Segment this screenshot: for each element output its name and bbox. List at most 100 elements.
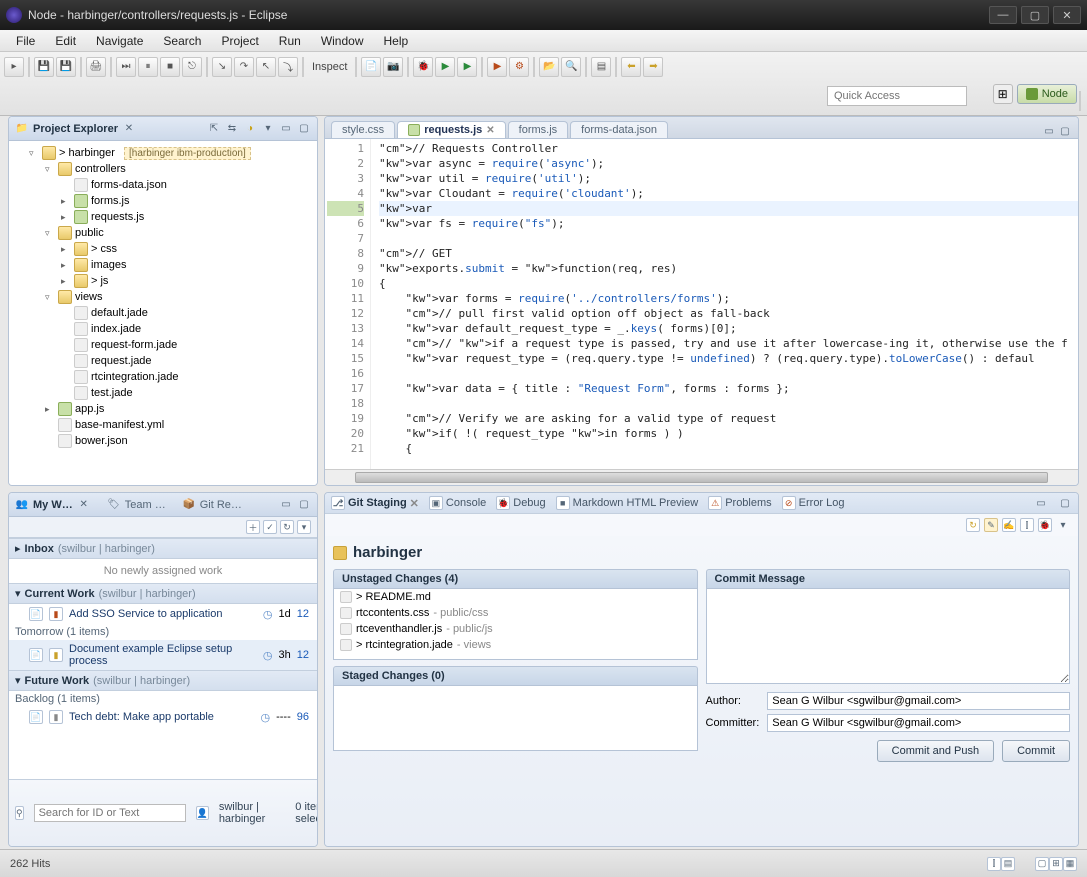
staged-list[interactable] [333, 685, 698, 751]
team-tab[interactable]: Team … [125, 499, 166, 511]
open-folder-icon[interactable]: 📂 [539, 57, 559, 77]
tree-app-js[interactable]: app.js [75, 403, 104, 415]
unstaged-item[interactable]: > README.md [334, 589, 697, 605]
task-row[interactable]: 📄 ▮ Tech debt: Make app portable ◷ ---- … [9, 707, 317, 727]
tree-test-jade[interactable]: test.jade [91, 387, 133, 399]
minimize-bottom-icon[interactable]: ▭ [1034, 496, 1048, 510]
layout-icon-2[interactable]: ▤ [1001, 857, 1015, 871]
tree-requests-js[interactable]: requests.js [91, 211, 144, 223]
editor-hscrollbar[interactable] [325, 469, 1078, 485]
new-icon[interactable]: ▸ [4, 57, 24, 77]
tree-request-jade[interactable]: request.jade [91, 355, 152, 367]
close-mywork-icon[interactable]: ✕ [77, 498, 91, 512]
tree-controllers[interactable]: controllers [75, 163, 126, 175]
step-over-icon[interactable]: ↷ [234, 57, 254, 77]
ext-tools-icon[interactable]: ▶ [487, 57, 507, 77]
maximize-view-icon[interactable]: ▢ [297, 122, 311, 136]
add-icon[interactable]: ＋ [246, 520, 260, 534]
commit-button[interactable]: Commit [1002, 740, 1070, 762]
tab-markdown[interactable]: ■Markdown HTML Preview [556, 496, 699, 510]
run-icon[interactable]: ▶ [435, 57, 455, 77]
outline-icon[interactable]: ▤ [591, 57, 611, 77]
amend-icon[interactable]: ✎ [984, 518, 998, 532]
mywork-tab[interactable]: My W… [33, 499, 73, 511]
tab-requests-js[interactable]: requests.js✕ [397, 121, 505, 138]
menu-help[interactable]: Help [374, 32, 419, 50]
unstaged-item[interactable]: > rtcintegration.jade - views [334, 637, 697, 653]
disconnect-icon[interactable]: ⎋ [182, 57, 202, 77]
unstaged-item[interactable]: rtccontents.css - public/css [334, 605, 697, 621]
inbox-head[interactable]: Inbox [25, 543, 54, 555]
camera-icon[interactable]: 📷 [383, 57, 403, 77]
minimize-mywork-icon[interactable]: ▭ [279, 498, 293, 512]
editor-body[interactable]: 123456789101112131415161718192021 "cm">/… [325, 139, 1078, 469]
tree-index-jade[interactable]: index.jade [91, 323, 141, 335]
close-tab-icon[interactable]: ✕ [410, 497, 419, 510]
minimize-editor-icon[interactable]: ▭ [1042, 124, 1056, 138]
save-icon[interactable]: 💾 [34, 57, 54, 77]
id-search-input[interactable] [34, 804, 186, 822]
future-head[interactable]: Future Work [25, 675, 90, 687]
tree-forms-data[interactable]: forms-data.json [91, 179, 167, 191]
tab-debug[interactable]: 🐞Debug [496, 496, 545, 510]
step-into-icon[interactable]: ↘ [212, 57, 232, 77]
menu-icon[interactable]: ▾ [297, 520, 311, 534]
forward-icon[interactable]: ➡ [643, 57, 663, 77]
refresh-icon[interactable]: ↻ [280, 520, 294, 534]
git-menu-icon[interactable]: ▾ [1056, 518, 1070, 532]
gitrepo-tab[interactable]: Git Re… [200, 499, 242, 511]
tab-git-staging[interactable]: ⎇Git Staging✕ [331, 496, 419, 510]
maximize-mywork-icon[interactable]: ▢ [297, 498, 311, 512]
tree-public[interactable]: public [75, 227, 104, 239]
close-tab-icon[interactable]: ✕ [486, 125, 494, 136]
menu-run[interactable]: Run [269, 32, 311, 50]
menu-edit[interactable]: Edit [45, 32, 86, 50]
tree-base-manifest[interactable]: base-manifest.yml [75, 419, 164, 431]
layout-icon-1[interactable]: ⫿ [987, 857, 1001, 871]
quick-access-input[interactable] [827, 86, 967, 106]
pause-icon[interactable]: ⏸ [138, 57, 158, 77]
focus-icon[interactable]: ◑ [243, 122, 257, 136]
maximize-bottom-icon[interactable]: ▢ [1058, 496, 1072, 510]
layout-icon-3[interactable]: ▢ [1035, 857, 1049, 871]
tree-bower-json[interactable]: bower.json [75, 435, 128, 447]
tree-default-jade[interactable]: default.jade [91, 307, 148, 319]
tree-js[interactable]: > js [91, 275, 108, 287]
layout-icon-4[interactable]: ⊞ [1049, 857, 1063, 871]
launch-icon[interactable]: ⚙ [509, 57, 529, 77]
view-menu-icon[interactable]: ▾ [261, 122, 275, 136]
layout-icon-5[interactable]: ▦ [1063, 857, 1077, 871]
tree-rtcintegration-jade[interactable]: rtcintegration.jade [91, 371, 178, 383]
tree-views[interactable]: views [75, 291, 103, 303]
search-icon[interactable]: 🔍 [561, 57, 581, 77]
tree-request-form-jade[interactable]: request-form.jade [91, 339, 177, 351]
open-perspective-icon[interactable]: ⊞ [993, 84, 1013, 104]
unstaged-item[interactable]: rtceventhandler.js - public/js [334, 621, 697, 637]
commit-push-button[interactable]: Commit and Push [877, 740, 994, 762]
menu-navigate[interactable]: Navigate [86, 32, 153, 50]
tab-errorlog[interactable]: ⊘Error Log [782, 496, 845, 510]
menu-window[interactable]: Window [311, 32, 374, 50]
check-icon[interactable]: ✓ [263, 520, 277, 534]
close-view-icon[interactable]: ✕ [122, 122, 136, 136]
maximize-button[interactable]: ▢ [1021, 6, 1049, 24]
unstaged-list[interactable]: > README.mdrtccontents.css - public/cssr… [333, 588, 698, 660]
link-editor-icon[interactable]: ⇆ [225, 122, 239, 136]
debug-icon[interactable]: 🐞 [413, 57, 433, 77]
project-tree[interactable]: ▿> harbinger [harbinger ibm-production] … [9, 141, 317, 485]
tree-forms-js[interactable]: forms.js [91, 195, 130, 207]
code-area[interactable]: "cm">// Requests Controller"kw">var asyn… [371, 139, 1078, 469]
stop-icon[interactable]: ■ [160, 57, 180, 77]
drop-icon[interactable]: ⤵ [278, 57, 298, 77]
tree-root[interactable]: > harbinger [59, 147, 115, 159]
skip-icon[interactable]: ⏭ [116, 57, 136, 77]
tab-style-css[interactable]: style.css [331, 121, 395, 138]
task-row[interactable]: 📄 ▮ Document example Eclipse setup proce… [9, 640, 317, 670]
perspective-node[interactable]: Node [1017, 84, 1077, 104]
commit-message-input[interactable] [706, 588, 1071, 684]
menu-file[interactable]: File [6, 32, 45, 50]
task-row[interactable]: 📄 ▮ Add SSO Service to application ◷ 1d … [9, 604, 317, 624]
tree-css[interactable]: > css [91, 243, 117, 255]
step-return-icon[interactable]: ↖ [256, 57, 276, 77]
save-all-icon[interactable]: 💾 [56, 57, 76, 77]
